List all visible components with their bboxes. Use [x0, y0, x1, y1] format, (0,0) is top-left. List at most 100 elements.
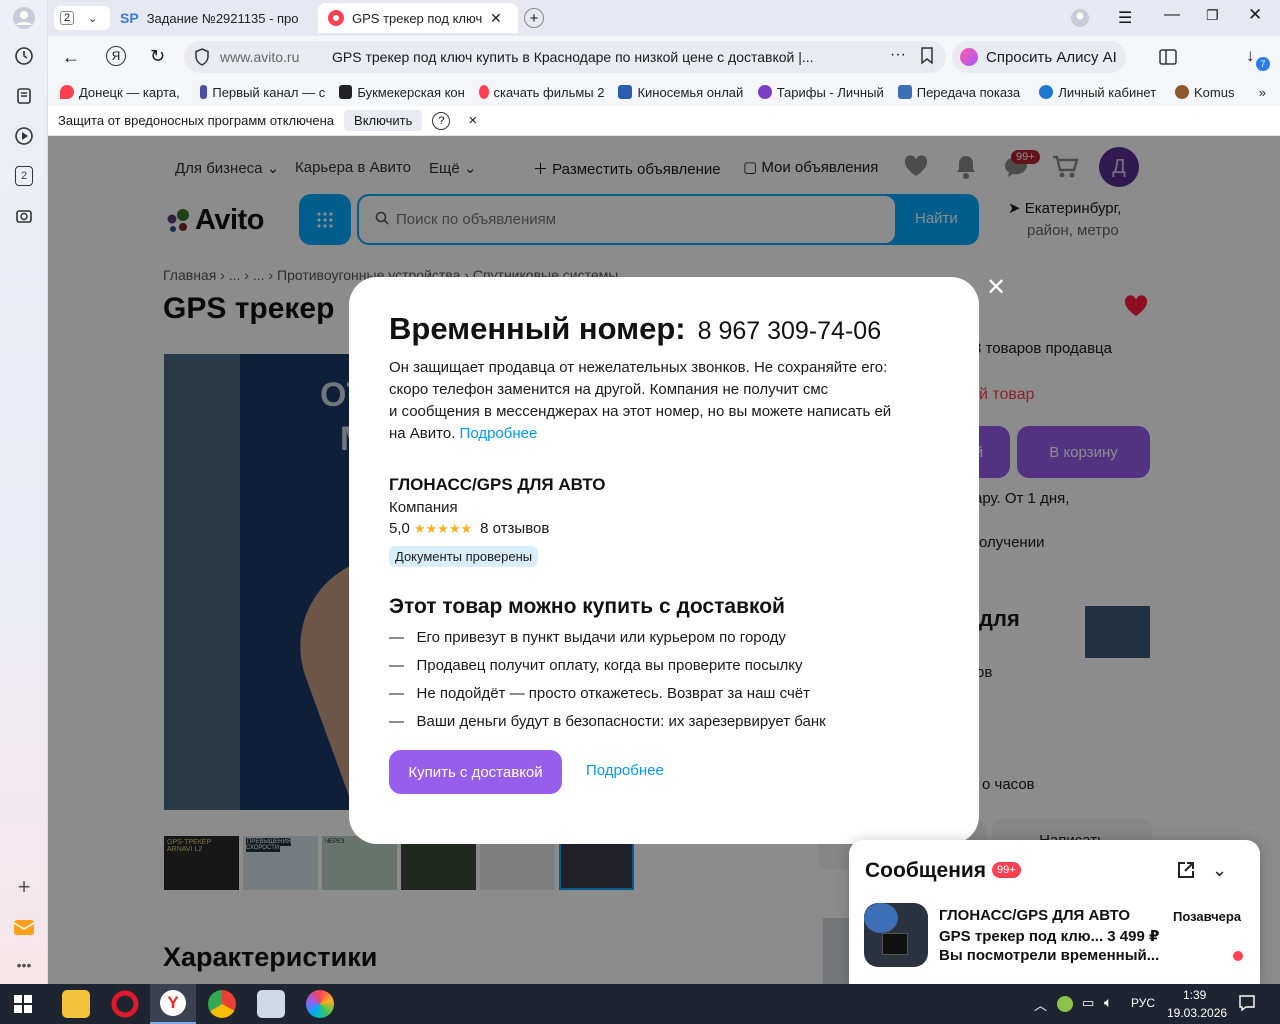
tab-avito[interactable]: GPS трекер под ключ к ✕	[318, 3, 518, 33]
close-modal-icon[interactable]: ✕	[986, 273, 1006, 302]
address-title: GPS трекер под ключ купить в Краснодаре …	[332, 49, 814, 65]
chat-item-title: GPS трекер под клю...	[939, 928, 1104, 945]
bookmark-item[interactable]: Тарифы - Личный	[758, 85, 884, 100]
tray-app-icon[interactable]	[1057, 996, 1073, 1012]
bookmark-item[interactable]: Донецк — карта,	[59, 84, 186, 100]
tab-label: GPS трекер под ключ к	[352, 10, 484, 26]
tab-count-badge: 2	[60, 11, 75, 25]
monitor-icon	[618, 85, 633, 99]
alice-button[interactable]: Спросить Алису AI	[952, 41, 1126, 73]
help-icon[interactable]: ?	[432, 111, 451, 130]
rating-value: 5,0	[389, 520, 410, 537]
tabs-counter-icon[interactable]: 2	[9, 161, 39, 191]
mail-icon[interactable]	[9, 912, 39, 942]
add-panel-icon[interactable]: +	[9, 872, 39, 902]
address-field[interactable]: www.avito.ru GPS трекер под ключ купить …	[184, 41, 946, 73]
yandex-icon	[478, 85, 489, 99]
restore-icon[interactable]: ❐	[1206, 7, 1219, 24]
bookmark-item[interactable]: скачать фильмы 2	[478, 84, 605, 100]
alice-label: Спросить Алису AI	[986, 48, 1117, 66]
bookmark-item[interactable]: Komus	[1174, 85, 1239, 100]
chat-date: Позавчера	[1173, 909, 1242, 924]
open-external-icon[interactable]	[1176, 860, 1196, 883]
tab-groups-button[interactable]: 2 ⌄	[54, 6, 110, 30]
account-icon[interactable]	[1070, 8, 1090, 31]
drop-icon	[1039, 85, 1054, 99]
play-icon[interactable]	[9, 121, 39, 151]
tab-zadanie[interactable]: SP Задание №2921135 - про	[120, 3, 316, 33]
enable-button[interactable]: Включить	[344, 110, 423, 131]
bookmark-label: скачать фильмы 2	[493, 84, 605, 100]
more-dots-icon[interactable]: ···	[890, 46, 906, 64]
windows-start-icon[interactable]	[14, 995, 32, 1016]
chart-icon	[758, 85, 772, 99]
delivery-point-text: Продавец получит оплату, когда вы провер…	[416, 657, 803, 674]
clock-time[interactable]: 1:39	[1183, 988, 1206, 1002]
messenger-title: Сообщения	[865, 859, 987, 882]
seller-rating[interactable]: 5,0 ★★★★★ 8 отзывов	[389, 520, 549, 537]
minimize-icon[interactable]: —	[1164, 6, 1180, 24]
clock-date[interactable]: 19.03.2026	[1167, 1006, 1227, 1020]
volume-icon[interactable]: 🔈︎	[1104, 994, 1112, 1011]
more-link[interactable]: Подробнее	[460, 425, 538, 442]
chat-thumbnail[interactable]	[864, 903, 928, 967]
temporary-phone: 8 967 309-74-06	[697, 317, 882, 345]
shield-icon[interactable]	[194, 48, 210, 69]
close-tab-icon[interactable]: ✕	[490, 10, 502, 27]
more-bookmarks-icon[interactable]: »	[1259, 85, 1266, 100]
colorful-app-icon[interactable]	[306, 990, 334, 1018]
bookmark-item[interactable]: Первый канал — с	[199, 85, 325, 100]
delivery-point-text: Не подойдёт — просто откажетесь. Возврат…	[416, 685, 810, 702]
tray-expand-icon[interactable]: ︿	[1034, 995, 1047, 1014]
tab-label: Задание №2921135 - про	[146, 10, 299, 26]
bookmark-label: Донецк — карта,	[78, 84, 180, 100]
opera-icon[interactable]	[111, 990, 139, 1018]
profile-icon[interactable]	[9, 3, 39, 33]
more-info-link[interactable]: Подробнее	[586, 762, 664, 779]
alice-icon	[960, 48, 978, 66]
new-tab-button[interactable]: +	[524, 8, 544, 28]
bookmark-icon[interactable]	[920, 47, 934, 68]
windows-taskbar: Y ︿ ▭ 🔈︎ РУС 1:39 19.03.2026	[0, 984, 1280, 1024]
file-explorer-icon[interactable]	[62, 990, 90, 1018]
language-indicator[interactable]: РУС	[1131, 996, 1155, 1010]
browser-sidebar: 2 + •••	[0, 0, 48, 984]
rating-stars-icon: ★★★★★	[413, 520, 473, 536]
address-row: ← Я ↻ www.avito.ru GPS трекер под ключ к…	[48, 36, 1280, 78]
downloads-icon[interactable]: ↓	[1246, 46, 1255, 66]
bookmark-item[interactable]: Личный кабинет	[1039, 85, 1161, 100]
messenger-badge: 99+	[992, 862, 1021, 878]
screenshot-icon[interactable]	[9, 201, 39, 231]
seller-name[interactable]: ГЛОНАСС/GPS ДЛЯ АВТО	[389, 475, 605, 495]
network-icon[interactable]: ▭	[1082, 995, 1094, 1011]
sidebar-toggle-icon[interactable]	[1158, 47, 1178, 70]
yandex-icon[interactable]: Я	[106, 46, 126, 66]
menu-icon[interactable]: ☰	[1118, 8, 1132, 28]
history-icon[interactable]	[9, 41, 39, 71]
delivery-point: — Продавец получит оплату, когда вы пров…	[389, 657, 803, 674]
yandex-browser-icon[interactable]: Y	[150, 984, 196, 1024]
collapse-icon[interactable]: ⌄	[1212, 860, 1227, 881]
chevron-down-icon: ⌄	[88, 12, 98, 25]
more-icon[interactable]: •••	[9, 950, 39, 980]
bookmark-item[interactable]: Передача показа	[897, 84, 1026, 100]
bookmark-item[interactable]: Киносемья онлай	[618, 85, 744, 100]
map-pin-icon	[59, 85, 74, 99]
reload-icon[interactable]: ↻	[150, 46, 165, 67]
close-infobar-icon[interactable]: ×	[468, 112, 477, 129]
buy-with-delivery-button[interactable]: Купить с доставкой	[389, 750, 562, 794]
app-icon[interactable]	[257, 990, 285, 1018]
close-window-icon[interactable]: ✕	[1248, 5, 1262, 25]
collections-icon[interactable]	[9, 81, 39, 111]
bookmark-label: Передача показа	[916, 84, 1021, 100]
back-icon[interactable]: ←	[62, 47, 80, 68]
notifications-icon[interactable]	[1238, 994, 1256, 1015]
bookmark-item[interactable]: Букмекерская кон	[339, 85, 465, 100]
downloads-badge: 7	[1256, 57, 1270, 71]
modal-heading-row: Временный номер: 8 967 309-74-06	[389, 311, 881, 347]
tv-icon	[199, 85, 208, 99]
infobar-text: Защита от вредоносных программ отключена	[58, 113, 335, 128]
chrome-icon[interactable]	[208, 990, 236, 1018]
description-line: на Авито.	[389, 425, 456, 442]
avito-icon	[328, 10, 344, 26]
